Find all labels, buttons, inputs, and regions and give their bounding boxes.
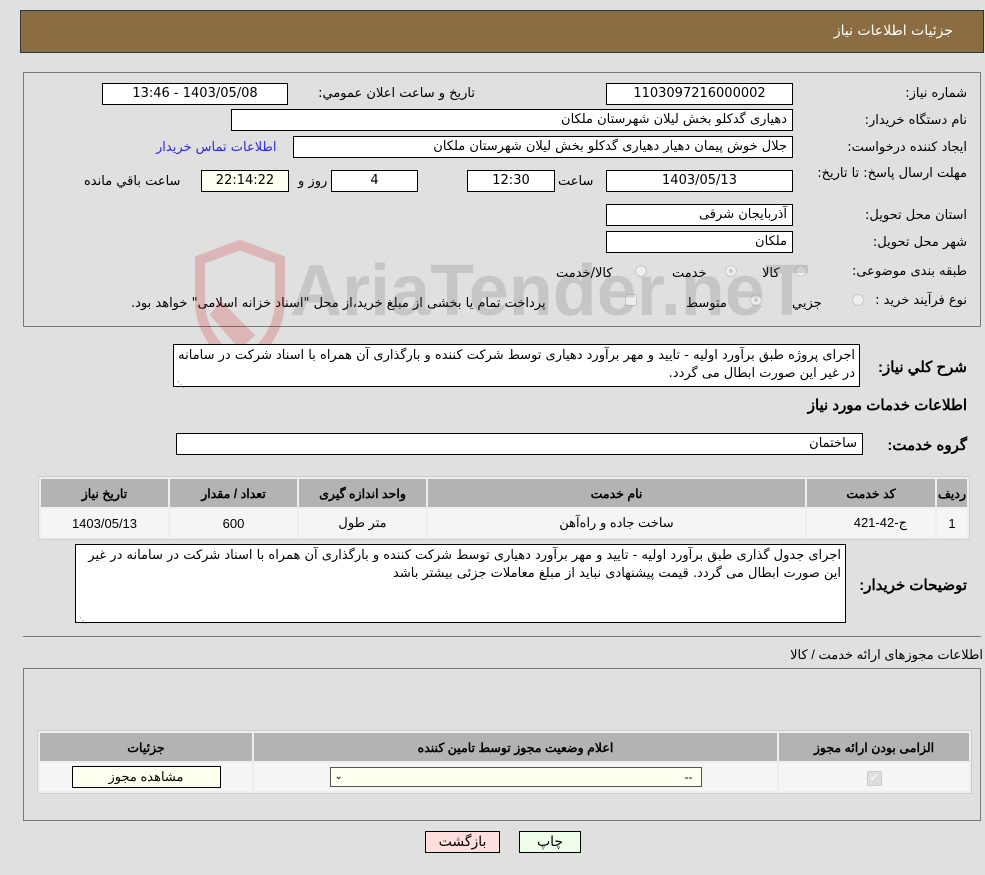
col-unit: واحد اندازه گیری — [299, 479, 426, 507]
buyer-org-field: دهیاری گدکلو بخش لیلان شهرستان ملکان — [231, 109, 793, 131]
permits-section-title: اطلاعات مجوزهای ارائه خدمت / کالا — [790, 647, 983, 662]
description-label: شرح کلي نیاز: — [878, 359, 967, 376]
page-header: جزئیات اطلاعات نیاز — [20, 10, 984, 53]
creator-label: ایجاد کننده درخواست: — [847, 140, 967, 155]
process-option-medium: متوسط — [686, 296, 727, 311]
permits-table-header: الزامی بودن ارائه مجوز اعلام وضعیت مجوز … — [40, 733, 969, 761]
col-service-name: نام خدمت — [428, 479, 805, 507]
permits-table: الزامی بودن ارائه مجوز اعلام وضعیت مجوز … — [38, 731, 971, 793]
city-field: ملکان — [606, 231, 793, 253]
cell-need-date: 1403/05/13 — [41, 509, 168, 537]
need-number-label: شماره نیاز: — [905, 86, 967, 101]
announce-date-label: تاریخ و ساعت اعلان عمومي: — [318, 86, 475, 101]
permits-table-wrapper: الزامی بودن ارائه مجوز اعلام وضعیت مجوز … — [37, 730, 972, 794]
table-row: 1 ج-42-421 ساخت جاده و راه‌آهن متر طول 6… — [41, 509, 967, 537]
process-type-label: نوع فرآیند خرید : — [875, 293, 967, 308]
back-button[interactable]: بازگشت — [425, 831, 500, 853]
col-permit-details: جزئیات — [40, 733, 252, 761]
page-title: جزئیات اطلاعات نیاز — [833, 23, 953, 39]
treasury-checkbox[interactable] — [625, 294, 637, 306]
province-label: استان محل تحویل: — [865, 208, 967, 223]
deadline-date-field: 1403/05/13 — [606, 170, 793, 192]
services-table: ردیف کد خدمت نام خدمت واحد اندازه گیری ت… — [39, 477, 969, 539]
services-table-header: ردیف کد خدمت نام خدمت واحد اندازه گیری ت… — [41, 479, 967, 507]
creator-field: جلال خوش پیمان دهیار دهیاری گدکلو بخش لی… — [293, 136, 793, 158]
days-label: روز و — [298, 174, 328, 189]
permit-required-checkbox: ✓ — [866, 770, 882, 786]
province-field: آذربایجان شرقی — [606, 204, 793, 226]
buyer-notes-text: اجرای جدول گذاری طبق برآورد اولیه - تایی… — [88, 548, 841, 581]
cell-service-code: ج-42-421 — [806, 509, 935, 537]
need-number-field: 1103097216000002 — [606, 83, 793, 105]
buyer-org-label: نام دستگاه خریدار: — [864, 113, 967, 128]
description-textarea[interactable]: اجرای پروژه طبق برآورد اولیه - تایید و م… — [173, 344, 860, 389]
service-group-field: ساختمان — [176, 433, 863, 455]
print-button[interactable]: چاپ — [519, 831, 581, 853]
col-service-code: کد خدمت — [806, 479, 935, 507]
resize-grip-icon[interactable]: ⋰ — [79, 612, 87, 625]
remaining-label: ساعت باقي مانده — [84, 174, 181, 189]
buyer-notes-textarea[interactable]: اجرای جدول گذاری طبق برآورد اولیه - تایی… — [75, 544, 846, 625]
announce-date-field: 1403/05/08 - 13:46 — [102, 83, 288, 105]
view-permit-button[interactable]: مشاهده مجوز — [71, 766, 221, 788]
services-section-title: اطلاعات خدمات مورد نیاز — [807, 397, 967, 414]
remaining-days-field: 4 — [331, 170, 418, 192]
treasury-note: پرداخت تمام یا بخشی از مبلغ خرید،از محل … — [131, 296, 546, 311]
category-radio-service[interactable] — [725, 265, 737, 277]
cell-service-name: ساخت جاده و راه‌آهن — [428, 509, 805, 537]
category-label: طبقه بندی موضوعی: — [851, 264, 967, 279]
category-option-service: خدمت — [672, 266, 707, 281]
resize-grip-icon[interactable]: ⋰ — [177, 376, 185, 389]
cell-permit-required: ✓ — [779, 763, 969, 791]
category-option-goods: کالا — [762, 266, 780, 281]
category-radio-goods[interactable] — [795, 265, 807, 277]
table-row: ✓ -- ⌄ مشاهده مجوز — [40, 763, 969, 791]
description-text: اجرای پروژه طبق برآورد اولیه - تایید و م… — [178, 348, 855, 381]
process-option-minor: جزيي — [792, 296, 822, 311]
col-permit-status: اعلام وضعیت مجوز توسط تامین کننده — [254, 733, 777, 761]
buyer-contact-link[interactable]: اطلاعات تماس خریدار — [156, 140, 276, 155]
remaining-time-field: 22:14:22 — [201, 170, 289, 192]
category-radio-goods-service[interactable] — [635, 265, 647, 277]
col-quantity: تعداد / مقدار — [170, 479, 297, 507]
cell-permit-status: -- ⌄ — [254, 763, 777, 791]
deadline-time-field: 12:30 — [467, 170, 555, 192]
col-need-date: تاریخ نیاز — [41, 479, 168, 507]
cell-permit-details: مشاهده مجوز — [40, 763, 252, 791]
buyer-notes-label: توضیحات خریدار: — [859, 577, 967, 594]
col-row-number: ردیف — [936, 479, 967, 507]
col-permit-required: الزامی بودن ارائه مجوز — [779, 733, 969, 761]
city-label: شهر محل تحویل: — [872, 235, 967, 250]
cell-quantity: 600 — [170, 509, 297, 537]
chevron-down-icon: ⌄ — [334, 771, 343, 782]
process-radio-minor[interactable] — [852, 294, 864, 306]
permit-status-select[interactable]: -- ⌄ — [329, 767, 702, 787]
deadline-label: مهلت ارسال پاسخ: تا تاریخ: — [817, 166, 967, 181]
cell-unit: متر طول — [299, 509, 426, 537]
service-group-label: گروه خدمت: — [887, 437, 967, 454]
permit-status-value: -- — [684, 770, 693, 784]
process-radio-medium[interactable] — [750, 294, 762, 306]
deadline-time-label: ساعت — [558, 174, 594, 189]
category-option-goods-service: کالا/خدمت — [556, 266, 613, 281]
services-panel-border — [23, 636, 981, 637]
cell-row-number: 1 — [936, 509, 967, 537]
services-table-wrapper: ردیف کد خدمت نام خدمت واحد اندازه گیری ت… — [38, 476, 970, 540]
